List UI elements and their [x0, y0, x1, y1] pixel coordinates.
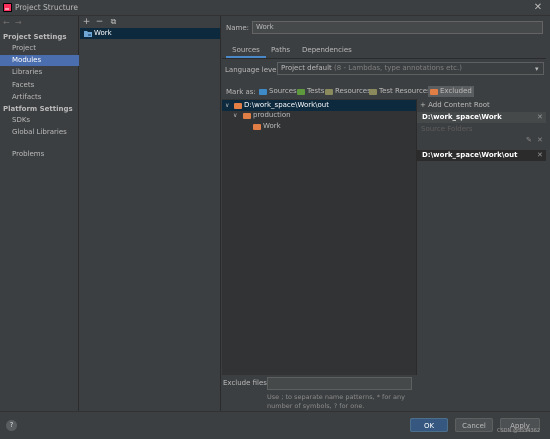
add-module-icon[interactable]: + [82, 17, 91, 27]
mark-sources-button[interactable]: Sources [259, 86, 297, 97]
platform-settings-heading: Platform Settings [3, 105, 73, 113]
mark-sources-label: Sources [269, 87, 297, 95]
tree-row-work[interactable]: Work [222, 121, 416, 132]
exclude-files-label: Exclude files: [223, 379, 270, 387]
tree-label-work: Work [263, 122, 281, 130]
sidebar-item-project[interactable]: Project [0, 43, 79, 54]
content-root-path[interactable]: D:\work_space\Work [417, 112, 546, 123]
module-name-input[interactable]: Work [252, 21, 543, 34]
sidebar-item-libraries[interactable]: Libraries [0, 67, 79, 78]
tab-dependencies[interactable]: Dependencies [302, 44, 352, 56]
excluded-folder-icon [430, 88, 438, 95]
watermark-text: CSDN @SSS4362 [497, 428, 541, 434]
mark-test-resources-button[interactable]: Test Resources [369, 86, 431, 97]
excluded-folder-path[interactable]: D:\work_space\Work\out [417, 150, 546, 161]
settings-sidebar: ← → Project Settings Project Modules Lib… [0, 16, 79, 411]
content-tree: ∨ D:\work_space\Work\out ∨ production Wo… [222, 99, 416, 375]
module-label: Work [94, 29, 112, 37]
forward-arrow-icon[interactable]: → [15, 18, 25, 27]
mark-as-label: Mark as: [226, 88, 256, 96]
name-label: Name: [226, 24, 250, 32]
tab-paths[interactable]: Paths [271, 44, 290, 56]
language-level-select[interactable]: Project default (8 - Lambdas, type annot… [277, 62, 544, 75]
back-arrow-icon[interactable]: ← [3, 18, 13, 27]
language-level-value: Project default [281, 64, 332, 72]
remove-module-icon[interactable]: − [95, 17, 104, 27]
close-window-icon[interactable]: ✕ [532, 2, 544, 14]
language-level-label: Language level: [225, 66, 281, 74]
exclude-files-input[interactable] [267, 377, 412, 390]
sidebar-item-sdks[interactable]: SDKs [0, 115, 79, 126]
chevron-down-icon[interactable]: ▾ [535, 65, 539, 73]
remove-content-root-icon[interactable]: ✕ [537, 113, 543, 121]
source-folders-label: Source Folders [421, 125, 473, 133]
chevron-down-icon[interactable]: ∨ [233, 110, 237, 121]
module-list-panel: + − ⧉ Work [80, 16, 221, 411]
cancel-button[interactable]: Cancel [455, 418, 493, 432]
sidebar-item-problems[interactable]: Problems [0, 149, 79, 160]
tests-folder-icon [297, 88, 305, 95]
exclude-files-hint: Use ; to separate name patterns, * for a… [267, 393, 405, 410]
copy-module-icon[interactable]: ⧉ [109, 17, 118, 27]
edit-pencil-icon[interactable]: ✎ [526, 136, 532, 144]
mark-resources-button[interactable]: Resources [325, 86, 371, 97]
ok-button[interactable]: OK [410, 418, 448, 432]
plus-icon: + [420, 101, 429, 109]
tree-label-production: production [253, 111, 291, 119]
intellij-app-icon [3, 3, 12, 12]
test-resources-folder-icon [369, 88, 377, 95]
mark-excluded-label: Excluded [440, 87, 472, 95]
project-settings-heading: Project Settings [3, 33, 67, 41]
mark-test-resources-label: Test Resources [379, 87, 431, 95]
sources-folder-icon [259, 88, 267, 95]
tree-row-production[interactable]: ∨ production [222, 110, 416, 121]
help-button[interactable]: ? [6, 420, 17, 431]
language-level-hint: (8 - Lambdas, type annotations etc.) [334, 64, 462, 72]
add-content-root-button[interactable]: + Add Content Root [420, 101, 490, 109]
mark-tests-button[interactable]: Tests [297, 86, 324, 97]
resources-folder-icon [325, 88, 333, 95]
mark-tests-label: Tests [307, 87, 325, 95]
remove-excluded-icon[interactable]: ✕ [537, 151, 543, 159]
sidebar-item-global-libraries[interactable]: Global Libraries [0, 127, 79, 138]
tab-sources[interactable]: Sources [226, 44, 266, 56]
mark-excluded-button[interactable]: Excluded [428, 86, 474, 97]
excluded-folder-icon [243, 113, 251, 119]
title-bar [0, 0, 550, 16]
module-item-work[interactable]: Work [80, 28, 220, 39]
add-content-root-label: Add Content Root [428, 101, 490, 109]
sidebar-item-artifacts[interactable]: Artifacts [0, 92, 79, 103]
excluded-folder-icon [253, 124, 261, 130]
close-icon[interactable]: ✕ [537, 136, 543, 144]
sidebar-item-facets[interactable]: Facets [0, 80, 79, 91]
mark-resources-label: Resources [335, 87, 371, 95]
module-folder-icon [84, 30, 92, 37]
excluded-folder-icon [234, 103, 242, 109]
tab-divider [222, 58, 546, 59]
window-title: Project Structure [15, 3, 78, 12]
sidebar-item-modules[interactable]: Modules [0, 55, 79, 66]
